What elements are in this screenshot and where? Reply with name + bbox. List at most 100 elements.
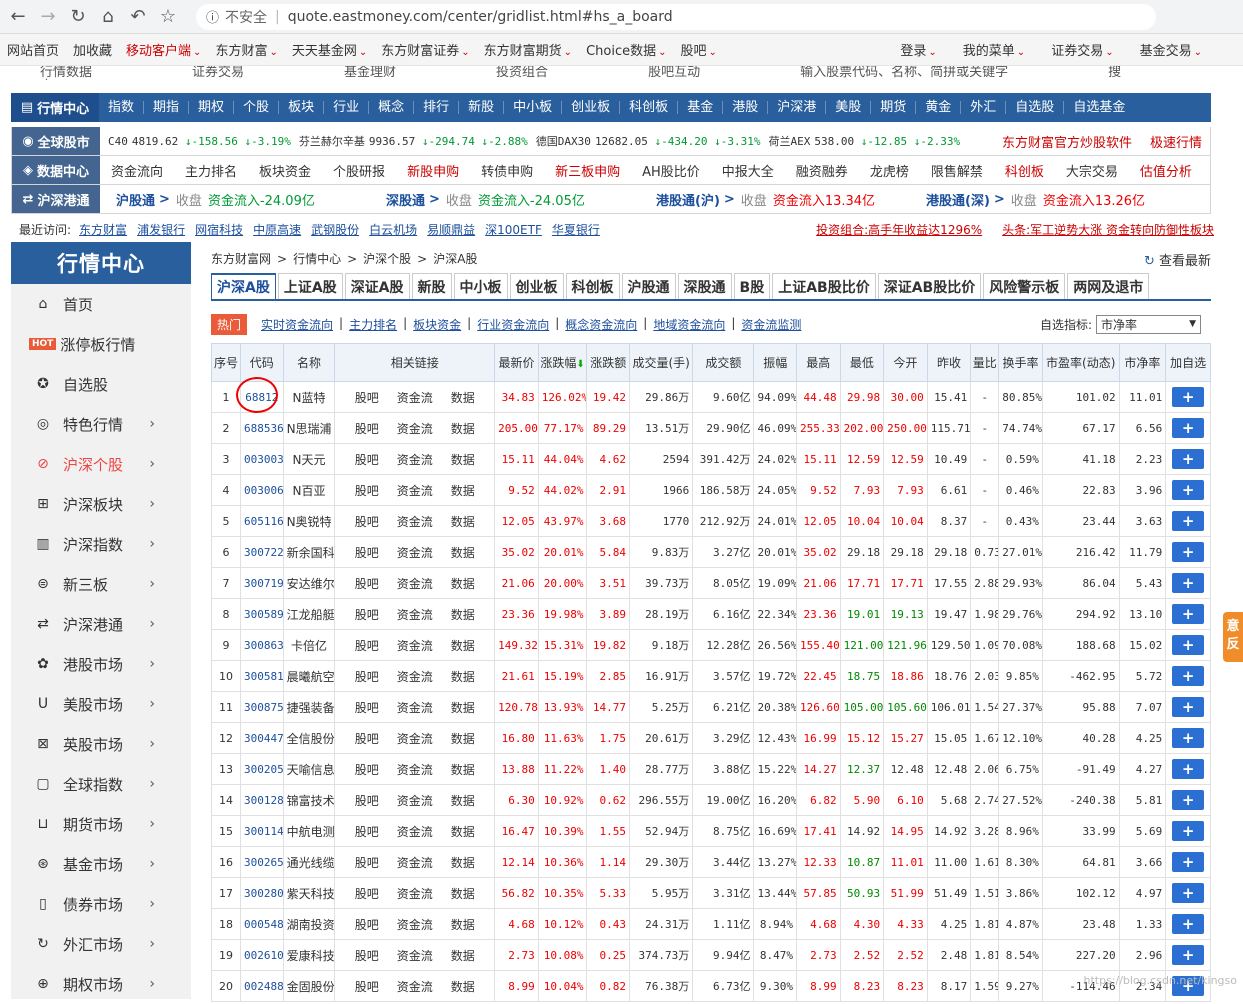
connect-name[interactable]: 沪股通 <box>116 190 155 209</box>
software-link[interactable]: 东方财富官方炒股软件 <box>1002 132 1132 151</box>
data-center-link[interactable]: 新三板申购 <box>544 161 631 180</box>
recent-link[interactable]: 华夏银行 <box>552 221 600 237</box>
board-tab[interactable]: 深证AB股比价 <box>877 273 982 299</box>
related-link[interactable]: 数据 <box>451 546 475 560</box>
site-menu-link[interactable]: 证券交易 ⌄ <box>1044 40 1120 59</box>
related-link[interactable]: 股吧 <box>355 732 379 746</box>
related-link[interactable]: 股吧 <box>355 980 379 994</box>
add-to-watchlist-button[interactable]: + <box>1172 604 1205 624</box>
site-link[interactable]: 东方财富 ⌄ <box>208 40 284 59</box>
stock-name-link[interactable]: 金固股份 <box>282 970 336 1002</box>
site-menu-link[interactable]: 基金交易 ⌄ <box>1133 40 1209 59</box>
board-tab[interactable]: 风险警示板 <box>983 273 1066 299</box>
global-index-item[interactable]: C40 4819.62 ↓-158.56 ↓-3.19% <box>108 135 291 148</box>
data-center-link[interactable]: 限售解禁 <box>920 161 994 180</box>
column-header[interactable]: 今开 <box>883 343 928 382</box>
related-link[interactable]: 资金流 <box>397 825 433 839</box>
board-tab[interactable]: 新股 <box>411 273 452 299</box>
stock-name-link[interactable]: 卡倍亿 <box>282 629 336 661</box>
stock-code-link[interactable]: 300447 <box>240 722 284 754</box>
reload-icon[interactable]: ↻ <box>66 5 90 29</box>
stock-name-link[interactable]: 天喻信息 <box>282 753 336 785</box>
column-header[interactable]: 代码 <box>240 343 284 382</box>
recent-link[interactable]: 武钢股份 <box>311 221 359 237</box>
site-menu-link[interactable]: 我的菜单 ⌄ <box>956 40 1032 59</box>
data-center-link[interactable]: 主力排名 <box>174 161 248 180</box>
related-link[interactable]: 股吧 <box>355 453 379 467</box>
nav-item[interactable]: 沪深港 <box>768 101 827 114</box>
stock-name-link[interactable]: 全信股份 <box>282 722 336 754</box>
sidebar-item[interactable]: ↻ 外汇市场 › <box>11 924 191 964</box>
related-link[interactable]: 资金流 <box>397 670 433 684</box>
stock-code-link[interactable]: 300581 <box>240 660 284 692</box>
stock-code-link[interactable]: 300863 <box>240 629 284 661</box>
related-link[interactable]: 股吧 <box>355 887 379 901</box>
undo-icon[interactable]: ↶ <box>126 5 150 29</box>
related-link[interactable]: 数据 <box>451 391 475 405</box>
column-header[interactable]: 加自选 <box>1165 343 1211 382</box>
nav-item[interactable]: 美股 <box>826 101 872 114</box>
site-link[interactable]: 东方财富期货 ⌄ <box>477 40 579 59</box>
data-center-link[interactable]: 个股研报 <box>322 161 396 180</box>
related-link[interactable]: 数据 <box>451 577 475 591</box>
stock-code-link[interactable]: 300722 <box>240 536 284 568</box>
column-header[interactable]: 振幅 <box>753 343 798 382</box>
nav-item[interactable]: 自选股 <box>1006 101 1065 114</box>
stock-name-link[interactable]: 通光线缆 <box>282 846 336 878</box>
related-link[interactable]: 数据 <box>451 887 475 901</box>
site-link[interactable]: 加收藏 <box>66 40 119 59</box>
recent-link[interactable]: 网宿科技 <box>195 221 243 237</box>
site-link[interactable]: 东方财富证券 ⌄ <box>374 40 476 59</box>
stock-code-link[interactable]: 605116 <box>240 505 284 537</box>
add-to-watchlist-button[interactable]: + <box>1172 418 1205 438</box>
data-center-link[interactable]: 转债申购 <box>470 161 544 180</box>
sidebar-item[interactable]: ⊕ 期权市场 › <box>11 964 191 1004</box>
column-header[interactable]: 成交额 <box>692 343 755 382</box>
related-link[interactable]: 数据 <box>451 918 475 932</box>
nav-item[interactable]: 板块 <box>279 101 325 114</box>
nav-item[interactable]: 外汇 <box>961 101 1007 114</box>
related-link[interactable]: 股吧 <box>355 391 379 405</box>
related-link[interactable]: 数据 <box>451 515 475 529</box>
stock-code-link[interactable]: 300875 <box>240 691 284 723</box>
breadcrumb-item[interactable]: 行情中心 <box>293 252 341 266</box>
nav-item[interactable]: 新股 <box>459 101 505 114</box>
headline-link[interactable]: 头条:军工逆势大涨 资金转向防御性板块 <box>1002 221 1214 238</box>
sidebar-item[interactable]: ⊔ 期货市场 › <box>11 804 191 844</box>
column-header[interactable]: 最高 <box>796 343 841 382</box>
stock-name-link[interactable]: 紫天科技 <box>282 877 336 909</box>
add-to-watchlist-button[interactable]: + <box>1172 790 1205 810</box>
stock-name-link[interactable]: 江龙船艇 <box>282 598 336 630</box>
related-link[interactable]: 股吧 <box>355 670 379 684</box>
sidebar-item[interactable]: ⇄ 沪深港通 › <box>11 604 191 644</box>
sidebar-item[interactable]: ▥ 沪深指数 › <box>11 524 191 564</box>
stock-code-link[interactable]: 300280 <box>240 877 284 909</box>
related-link[interactable]: 资金流 <box>397 453 433 467</box>
add-to-watchlist-button[interactable]: + <box>1172 573 1205 593</box>
back-icon[interactable]: ← <box>6 5 30 29</box>
add-to-watchlist-button[interactable]: + <box>1172 728 1205 748</box>
board-tab[interactable]: 沪深A股 <box>211 273 276 299</box>
sidebar-item[interactable]: ▯ 债券市场 › <box>11 884 191 924</box>
indicator-select[interactable]: 市净率 ▼ <box>1096 314 1201 334</box>
board-tab[interactable]: 上证AB股比价 <box>772 273 876 299</box>
address-bar[interactable]: ⓘ 不安全 | quote.eastmoney.com/center/gridl… <box>196 3 1156 30</box>
stock-code-link[interactable]: 300114 <box>240 815 284 847</box>
data-center-link[interactable]: 新股申购 <box>396 161 470 180</box>
sidebar-item[interactable]: ✪ 自选股 <box>11 364 191 404</box>
column-header[interactable]: 序号 <box>210 343 242 382</box>
column-header[interactable]: 涨跌幅⬇ <box>537 343 588 382</box>
site-menu-link[interactable]: 登录 ⌄ <box>893 40 943 59</box>
breadcrumb-item[interactable]: 东方财富网 <box>211 252 271 266</box>
hot-link[interactable]: 地域资金流向 <box>653 316 725 333</box>
related-link[interactable]: 资金流 <box>397 980 433 994</box>
stock-name-link[interactable]: N天元 <box>282 443 336 475</box>
related-link[interactable]: 数据 <box>451 980 475 994</box>
forward-icon[interactable]: → <box>36 5 60 29</box>
data-center-link[interactable]: 资金流向 <box>100 161 174 180</box>
global-index-item[interactable]: 芬兰赫尔辛基 9936.57 ↓-294.74 ↓-2.88% <box>299 133 528 149</box>
related-link[interactable]: 股吧 <box>355 515 379 529</box>
column-header[interactable]: 市盈率(动态) <box>1041 343 1120 382</box>
nav-item[interactable]: 黄金 <box>916 101 962 114</box>
stock-name-link[interactable]: N奥锐特 <box>282 505 336 537</box>
